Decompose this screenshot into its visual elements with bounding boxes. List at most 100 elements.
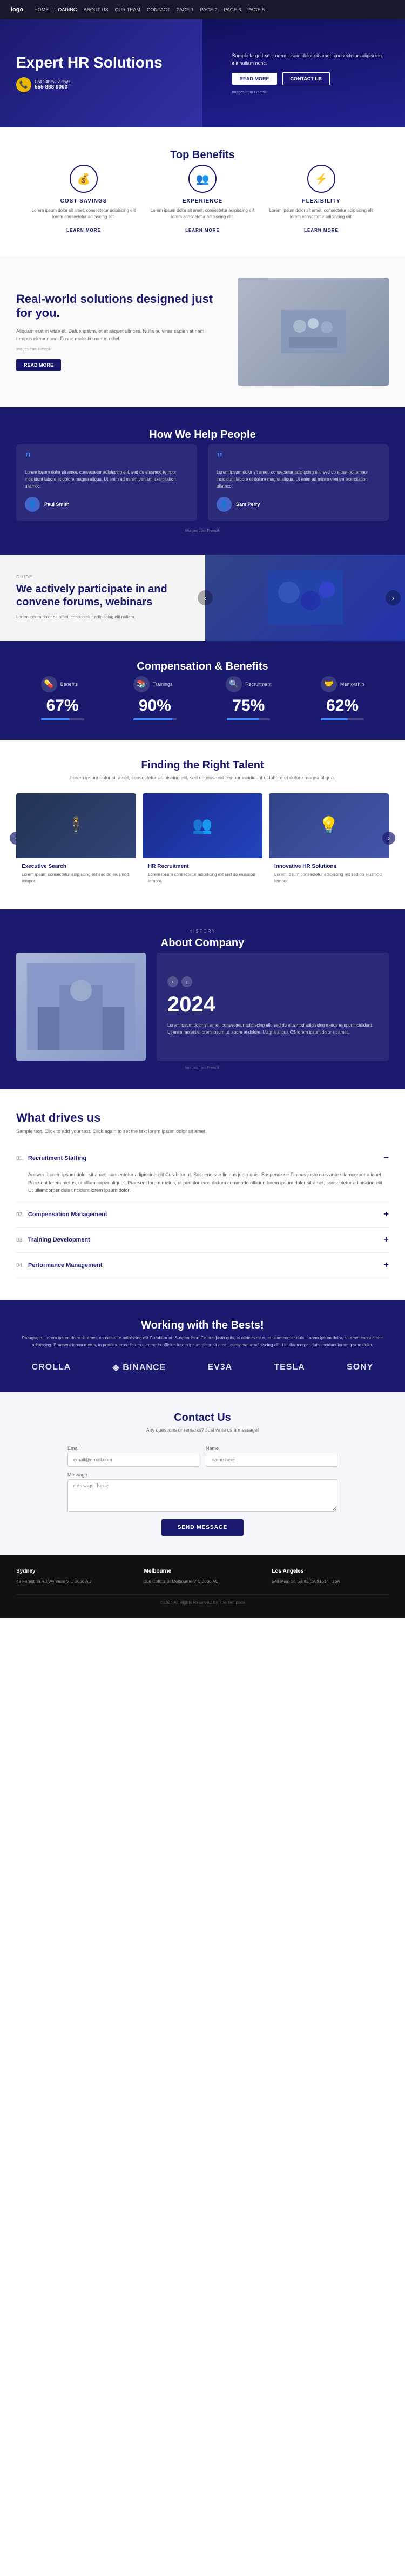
contact-subtitle: Any questions or remarks? Just write us … xyxy=(16,1427,389,1433)
nav-link-page-1[interactable]: PAGE 1 xyxy=(177,7,194,12)
comp-stat-fill-3 xyxy=(321,718,348,720)
hero-img-credit: Images from Freepik xyxy=(232,91,389,95)
faq-header-0[interactable]: 01. Recruitment Staffing − xyxy=(16,1146,389,1171)
faq-item-1: 02. Compensation Management + xyxy=(16,1202,389,1228)
benefit-card-1: 👥 EXPERIENCE Lorem ipsum dolor sit amet,… xyxy=(148,165,256,234)
talent-card-desc-1: Lorem ipsum consectetur adipiscing elit … xyxy=(148,872,257,885)
brand-logo-2: EV3A xyxy=(207,1363,232,1372)
faq-title-1: Compensation Management xyxy=(28,1211,384,1218)
hero-phone: 📞 Call 24hrs / 7 days 555 888 0000 xyxy=(16,77,221,92)
nav-link-loading[interactable]: LOADING xyxy=(55,7,77,12)
logo[interactable]: logo xyxy=(11,6,23,13)
send-message-button[interactable]: SEND MESSAGE xyxy=(161,1519,244,1536)
drives-title: What drives us xyxy=(16,1111,389,1125)
real-world-button[interactable]: READ MORE xyxy=(16,359,61,371)
faq-header-2[interactable]: 03. Training Development + xyxy=(16,1228,389,1252)
real-world-body: Aliquam erat in vitae et. Dafue ipsum, e… xyxy=(16,327,221,343)
comp-stat-fill-2 xyxy=(227,718,259,720)
about-next-button[interactable]: › xyxy=(181,976,192,987)
read-more-button[interactable]: READ MORE xyxy=(232,73,277,85)
talent-section: Finding the Right Talent Lorem ipsum dol… xyxy=(0,740,405,909)
benefit-link-0[interactable]: LEARN MORE xyxy=(66,228,101,233)
how-help-section: How We Help People " Lorem ipsum dolor s… xyxy=(0,407,405,555)
benefit-label-1: EXPERIENCE xyxy=(148,198,256,204)
nav-link-home[interactable]: HOME xyxy=(34,7,49,12)
comp-stat-icon-1: 📚 xyxy=(133,676,150,692)
message-field[interactable] xyxy=(68,1479,338,1512)
nav-link-page-3[interactable]: PAGE 3 xyxy=(224,7,241,12)
contact-form: Email Name Message SEND MESSAGE xyxy=(68,1446,338,1536)
carousel-next-button[interactable]: › xyxy=(386,590,401,605)
author-avatar-1: 👤 xyxy=(217,497,232,512)
talent-cards: 🕴️ Executive Search Lorem ipsum consecte… xyxy=(16,793,389,890)
faq-toggle-2[interactable]: + xyxy=(384,1235,389,1245)
comp-stat-pct-2: 75% xyxy=(226,697,272,715)
faq-item-3: 04. Performance Management + xyxy=(16,1253,389,1278)
footer-city-1: Melbourne xyxy=(144,1568,261,1574)
footer: Sydney 49 Ferestina Rd Wynnum VIC 3666 A… xyxy=(0,1555,405,1618)
nav-link-page-5[interactable]: PAGE 5 xyxy=(247,7,265,12)
faq-toggle-0[interactable]: − xyxy=(384,1154,389,1163)
talent-card-title-2: Innovative HR Solutions xyxy=(274,864,383,869)
comp-stat-header-3: 🤝 Mentorship xyxy=(321,676,364,692)
faq-toggle-3[interactable]: + xyxy=(384,1260,389,1270)
hero-phone-label: Call 24hrs / 7 days xyxy=(35,79,70,84)
brand-logo-4: SONY xyxy=(347,1363,373,1372)
faq-toggle-1[interactable]: + xyxy=(384,1210,389,1219)
comp-stat-1: 📚 Trainings 90% xyxy=(133,676,177,720)
nav-link-about-us[interactable]: ABOUT US xyxy=(84,7,109,12)
author-avatar-0: 👤 xyxy=(25,497,40,512)
about-text: ‹ › 2024 Lorem ipsum dolor sit amet, con… xyxy=(157,953,389,1061)
contact-section: Contact Us Any questions or remarks? Jus… xyxy=(0,1392,405,1555)
faq-item-2: 03. Training Development + xyxy=(16,1228,389,1253)
comp-stat-label-3: Mentorship xyxy=(340,682,364,687)
comp-stat-header-2: 🔍 Recruitment xyxy=(226,676,272,692)
navbar: logo HOME LOADING ABOUT US OUR TEAM CONTACT P… xyxy=(0,0,405,19)
real-world-text: Real-world solutions designed just for y… xyxy=(16,292,221,372)
talent-next-button[interactable]: › xyxy=(382,832,395,845)
nav-link-contact[interactable]: CONTACT xyxy=(147,7,170,12)
drives-section: What drives us Sample text. Click to add… xyxy=(0,1089,405,1300)
bests-title: Working with the Bests! xyxy=(16,1319,389,1332)
benefit-icon-1: 👥 xyxy=(188,165,217,193)
benefit-link-1[interactable]: LEARN MORE xyxy=(185,228,220,233)
author-name-1: Sam Perry xyxy=(236,502,260,507)
quote-mark-0: " xyxy=(25,453,188,465)
drives-intro: Sample text. Click to add your text. Cli… xyxy=(16,1128,389,1136)
talent-card-desc-0: Lorem ipsum consectetur adipiscing elit … xyxy=(22,872,131,885)
message-label: Message xyxy=(68,1472,338,1478)
hero-right: Sample large text. Lorem ipsum dolor sit… xyxy=(221,52,389,95)
carousel-prev-button[interactable]: ‹ xyxy=(198,590,213,605)
name-field[interactable] xyxy=(206,1453,338,1467)
about-image xyxy=(16,953,146,1061)
faq-header-1[interactable]: 02. Compensation Management + xyxy=(16,1202,389,1227)
talent-carousel: ‹ 🕴️ Executive Search Lorem ipsum consec… xyxy=(16,793,389,890)
comp-stat-pct-1: 90% xyxy=(133,697,177,715)
comp-stat-label-1: Trainings xyxy=(153,682,173,687)
about-prev-button[interactable]: ‹ xyxy=(167,976,178,987)
form-row-2: Message xyxy=(68,1472,338,1512)
how-help-title: How We Help People xyxy=(16,429,389,441)
email-field[interactable] xyxy=(68,1453,199,1467)
hero-title: Expert HR Solutions xyxy=(16,55,221,71)
faq-header-3[interactable]: 04. Performance Management + xyxy=(16,1253,389,1278)
nav-link-page-2[interactable]: PAGE 2 xyxy=(200,7,218,12)
nav-link-our-team[interactable]: OUR TEAM xyxy=(115,7,140,12)
hero-phone-number: 555 888 0000 xyxy=(35,84,70,90)
about-title: About Company xyxy=(16,937,389,949)
name-group: Name xyxy=(206,1446,338,1467)
compensation-section: Compensation & Benefits 💊 Benefits 67% 📚… xyxy=(0,641,405,740)
contact-us-button[interactable]: CONTACT US xyxy=(282,72,330,85)
webinar-title: We actively participate in and convene f… xyxy=(16,583,189,609)
benefit-desc-0: Lorem ipsum dolor sit amet, consectetur … xyxy=(30,207,138,220)
comp-stat-icon-3: 🤝 xyxy=(321,676,337,692)
footer-address-0: 49 Ferestina Rd Wynnum VIC 3666 AU xyxy=(16,1579,133,1586)
benefit-icon-2: ⚡ xyxy=(307,165,335,193)
benefit-link-2[interactable]: LEARN MORE xyxy=(304,228,339,233)
webinar-tag: GUIDE xyxy=(16,575,189,579)
talent-subtitle: Lorem ipsum dolor sit amet, consectetur … xyxy=(16,775,389,780)
comp-stat-0: 💊 Benefits 67% xyxy=(41,676,84,720)
talent-card-img-2: 💡 xyxy=(269,793,389,858)
hero-buttons: READ MORE CONTACT US xyxy=(232,72,389,85)
footer-copyright: ©2024 All Rights Reserved By The Templat… xyxy=(16,1594,389,1605)
